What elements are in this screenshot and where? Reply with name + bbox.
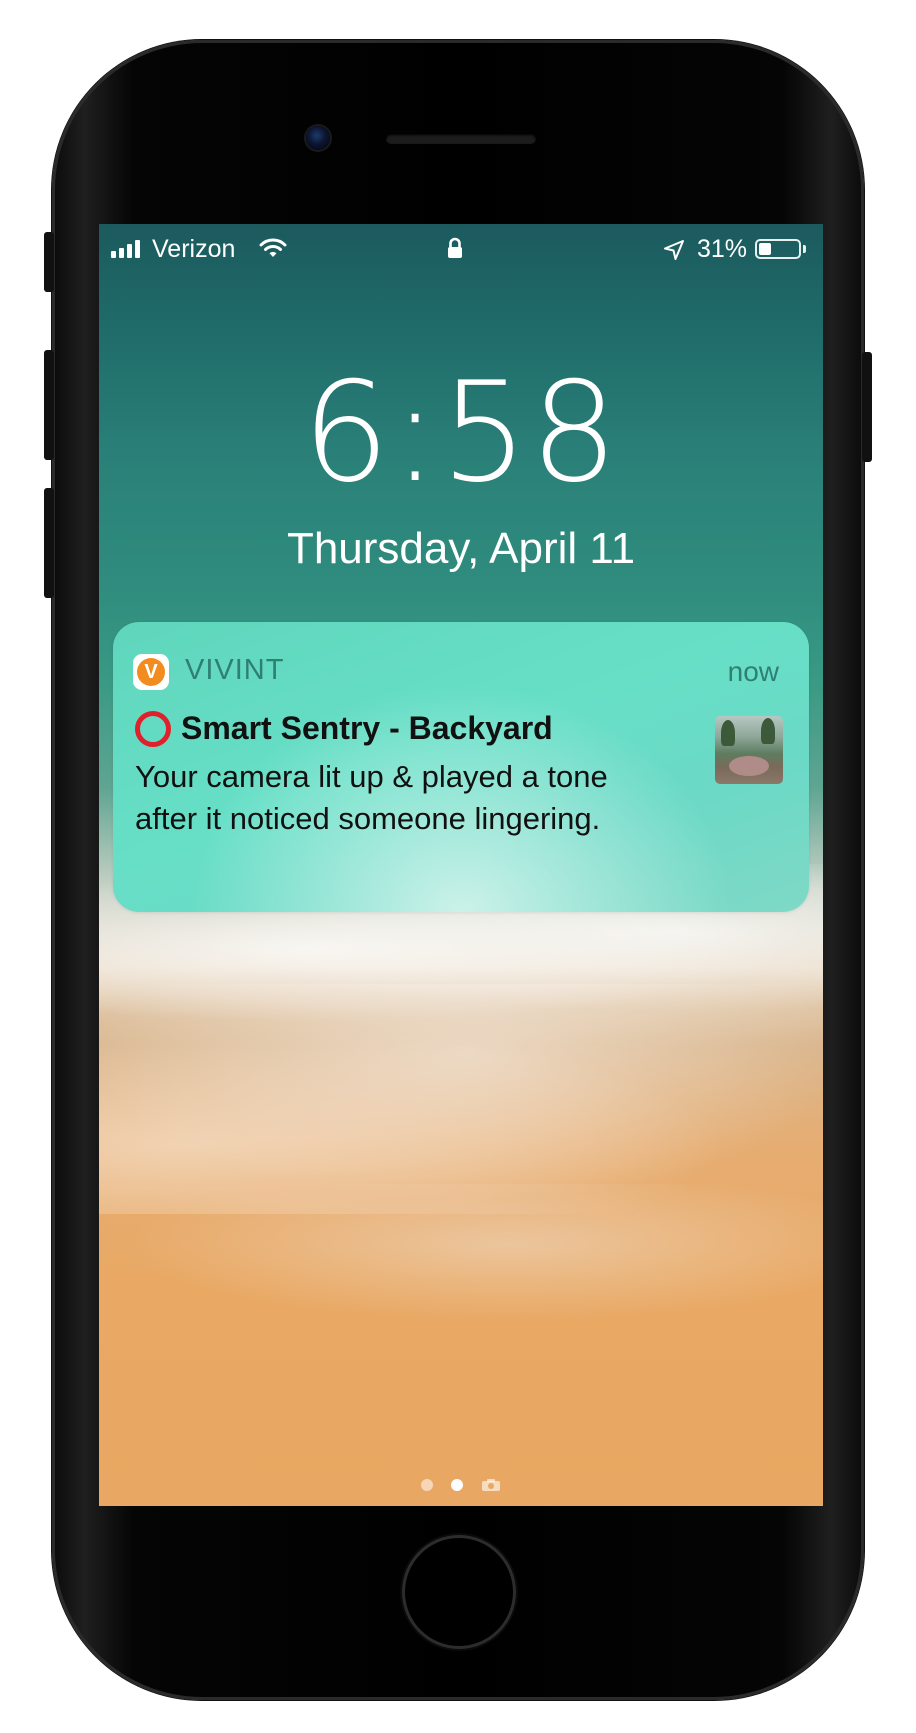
earpiece-speaker xyxy=(386,134,536,144)
volume-up-button xyxy=(44,350,54,460)
location-arrow-icon xyxy=(663,239,685,268)
wallpaper-foam xyxy=(99,984,823,1214)
vivint-app-icon: V xyxy=(133,654,169,690)
thumbnail-tree xyxy=(721,720,735,746)
thumbnail-patio xyxy=(729,756,769,776)
vivint-notification[interactable]: V VIVINT now Smart Sentry - Backyard You… xyxy=(113,622,809,912)
page-indicator xyxy=(99,1477,823,1493)
lock-icon xyxy=(446,237,464,266)
carrier-name: Verizon xyxy=(152,235,236,263)
camera-icon xyxy=(481,1478,501,1492)
power-button xyxy=(862,352,872,462)
signal-bars-icon xyxy=(111,240,140,258)
lock-screen-date: Thursday, April 11 xyxy=(286,524,636,573)
red-circle-icon xyxy=(135,710,171,747)
volume-down-button xyxy=(44,488,54,598)
home-button[interactable] xyxy=(405,1538,513,1646)
wallpaper-foam xyxy=(99,1184,823,1334)
battery-level-fill xyxy=(759,243,771,255)
status-bar: Verizon 31% xyxy=(99,224,823,274)
notification-app-name: VIVINT xyxy=(185,654,285,686)
page-dot-active xyxy=(451,1479,463,1491)
battery-icon xyxy=(755,239,801,259)
front-camera xyxy=(306,126,330,150)
camera-snapshot-thumbnail xyxy=(715,716,783,784)
battery-percentage: 31% xyxy=(697,235,748,263)
notification-title: Smart Sentry - Backyard xyxy=(135,710,553,747)
battery-cap xyxy=(803,245,806,253)
thumbnail-tree xyxy=(761,718,775,744)
mute-switch xyxy=(44,232,54,292)
page-dot xyxy=(421,1479,433,1491)
wifi-icon xyxy=(259,237,287,266)
lock-screen-time: 6:58 xyxy=(302,352,620,513)
lock-screen: Verizon 31% 6:58 Thursday, April 11 V VI… xyxy=(99,224,823,1506)
notification-title-text: Smart Sentry - Backyard xyxy=(181,710,553,746)
notification-body: Your camera lit up & played a tone after… xyxy=(135,759,608,836)
notification-time: now xyxy=(727,656,779,687)
